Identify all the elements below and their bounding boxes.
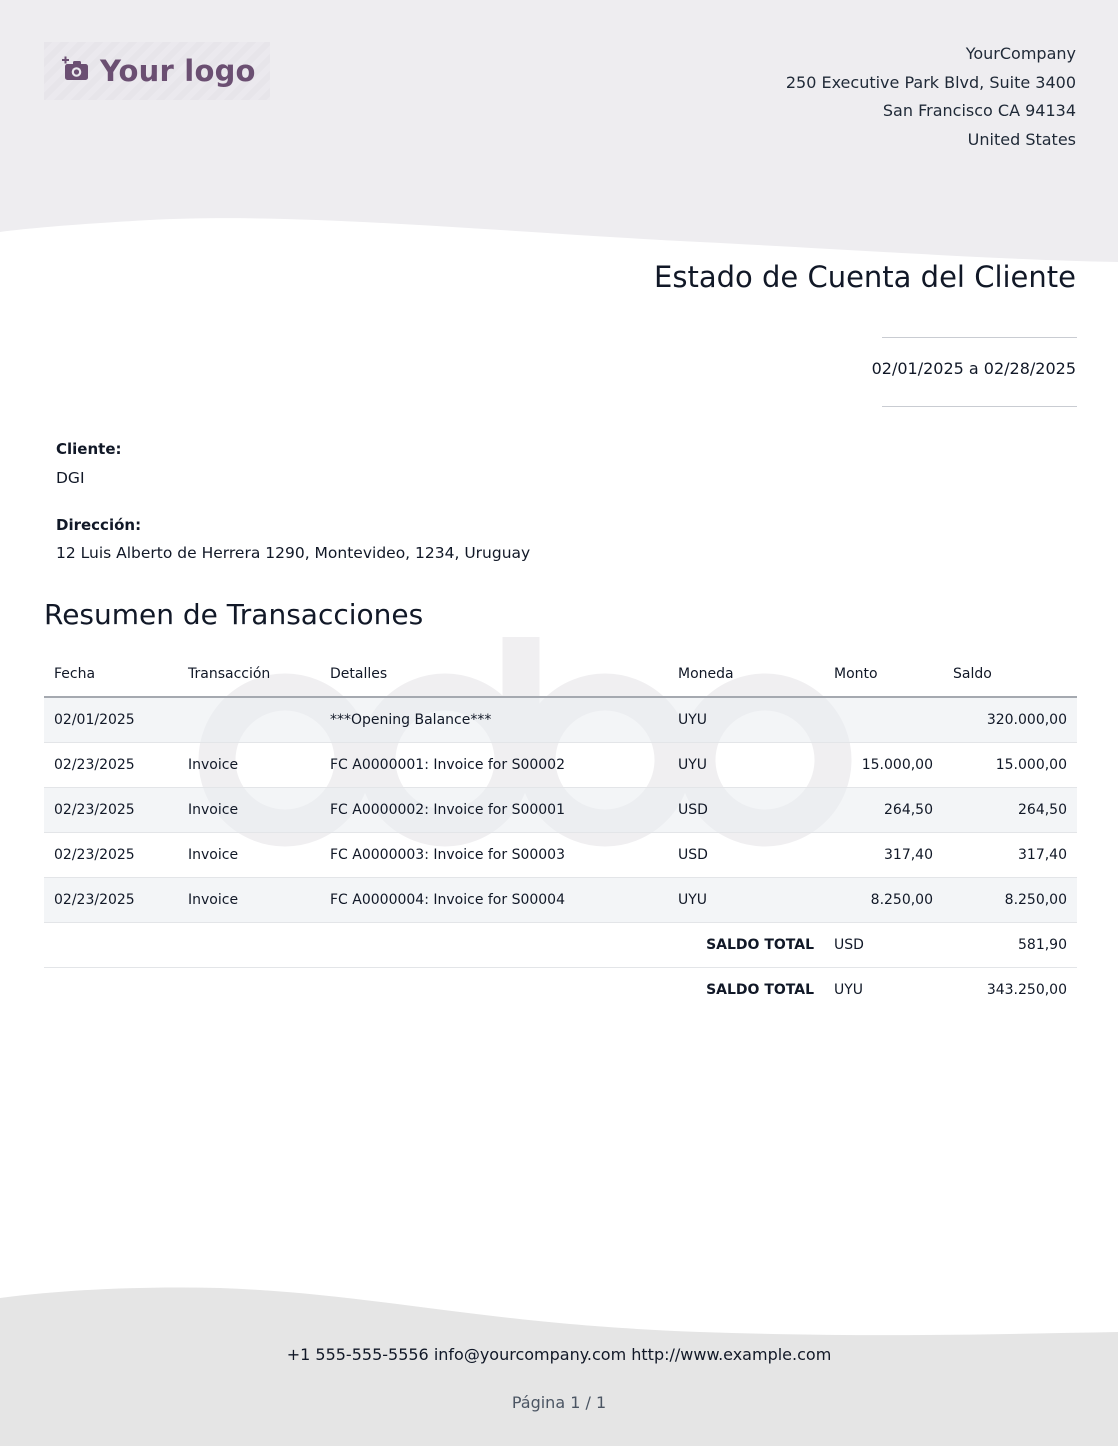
company-logo: Your logo xyxy=(44,42,270,100)
cell-monto: 15.000,00 xyxy=(824,742,943,788)
total-label: SALDO TOTAL xyxy=(706,982,814,998)
total-currency: USD xyxy=(824,922,943,968)
cell-transaccion: Invoice xyxy=(178,742,320,788)
cell-fecha: 02/01/2025 xyxy=(44,697,178,743)
column-header-monto: Monto xyxy=(824,652,943,698)
cell-fecha: 02/23/2025 xyxy=(44,877,178,923)
column-header-detalles: Detalles xyxy=(320,652,668,698)
cell-moneda: UYU xyxy=(668,742,824,788)
cell-transaccion: Invoice xyxy=(178,877,320,923)
statement-period: 02/01/2025 a 02/28/2025 xyxy=(871,359,1076,378)
cell-transaccion xyxy=(178,697,320,743)
cell-moneda: USD xyxy=(668,832,824,878)
total-balance: 581,90 xyxy=(943,922,1077,968)
company-name: YourCompany xyxy=(965,44,1076,63)
cell-saldo: 8.250,00 xyxy=(943,877,1077,923)
customer-label: Cliente: xyxy=(56,440,122,458)
table-row: 02/23/2025 Invoice FC A0000003: Invoice … xyxy=(44,832,1077,878)
total-row: SALDO TOTAL USD 581,90 xyxy=(44,922,1077,968)
cell-monto xyxy=(824,697,943,743)
cell-saldo: 320.000,00 xyxy=(943,697,1077,743)
cell-detalles: FC A0000001: Invoice for S00002 xyxy=(320,742,668,788)
company-address-line1: 250 Executive Park Blvd, Suite 3400 xyxy=(785,72,1076,92)
cell-moneda: UYU xyxy=(668,697,824,743)
cell-monto: 317,40 xyxy=(824,832,943,878)
cell-detalles: ***Opening Balance*** xyxy=(320,697,668,743)
company-address-line2: San Francisco CA 94134 xyxy=(882,101,1076,120)
cell-fecha: 02/23/2025 xyxy=(44,787,178,833)
cell-saldo: 15.000,00 xyxy=(943,742,1077,788)
cell-moneda: USD xyxy=(668,787,824,833)
cell-monto: 264,50 xyxy=(824,787,943,833)
column-header-fecha: Fecha xyxy=(44,652,178,698)
cell-detalles: FC A0000004: Invoice for S00004 xyxy=(320,877,668,923)
column-header-saldo: Saldo xyxy=(943,652,1077,698)
logo-text: Your logo xyxy=(100,54,256,88)
table-row: 02/23/2025 Invoice FC A0000004: Invoice … xyxy=(44,877,1077,923)
cell-moneda: UYU xyxy=(668,877,824,923)
total-currency: UYU xyxy=(834,982,864,998)
footer-background xyxy=(0,1287,1118,1446)
cell-transaccion: Invoice xyxy=(178,787,320,833)
total-balance: 343.250,00 xyxy=(986,982,1067,998)
address-label: Dirección: xyxy=(56,516,142,534)
customer-name: DGI xyxy=(56,469,85,487)
cell-detalles: FC A0000003: Invoice for S00003 xyxy=(320,832,668,878)
cell-detalles: FC A0000002: Invoice for S00001 xyxy=(320,787,668,833)
customer-address: 12 Luis Alberto de Herrera 1290, Montevi… xyxy=(56,544,531,562)
total-label: SALDO TOTAL xyxy=(668,922,824,968)
company-country: United States xyxy=(967,129,1076,149)
document-title: Estado de Cuenta del Cliente xyxy=(654,260,1076,294)
period-bottom-divider xyxy=(882,406,1077,407)
cell-fecha: 02/23/2025 xyxy=(44,832,178,878)
cell-monto: 8.250,00 xyxy=(824,877,943,923)
summary-title: Resumen de Transacciones xyxy=(44,598,424,631)
cell-transaccion: Invoice xyxy=(178,832,320,878)
table-header-row: Fecha Transacción Detalles Moneda Monto … xyxy=(44,652,1077,698)
camera-plus-icon xyxy=(60,55,90,87)
cell-saldo: 317,40 xyxy=(943,832,1077,878)
period-top-divider xyxy=(882,337,1077,338)
cell-saldo: 264,50 xyxy=(943,787,1077,833)
total-row: SALDO TOTAL UYU 343.250,00 xyxy=(44,968,1077,1013)
column-header-transaccion: Transacción xyxy=(178,652,320,698)
company-address-block: YourCompany 250 Executive Park Blvd, Sui… xyxy=(786,40,1076,154)
column-header-moneda: Moneda xyxy=(668,652,824,698)
page-number: Página 1 / 1 xyxy=(511,1393,607,1412)
table-row: 02/01/2025 ***Opening Balance*** UYU 320… xyxy=(44,697,1077,743)
transactions-table: Fecha Transacción Detalles Moneda Monto … xyxy=(44,652,1077,1012)
footer-contact: +1 555-555-5556 info@yourcompany.com htt… xyxy=(286,1345,832,1364)
table-row: 02/23/2025 Invoice FC A0000001: Invoice … xyxy=(44,742,1077,788)
table-row: 02/23/2025 Invoice FC A0000002: Invoice … xyxy=(44,787,1077,833)
cell-fecha: 02/23/2025 xyxy=(44,742,178,788)
